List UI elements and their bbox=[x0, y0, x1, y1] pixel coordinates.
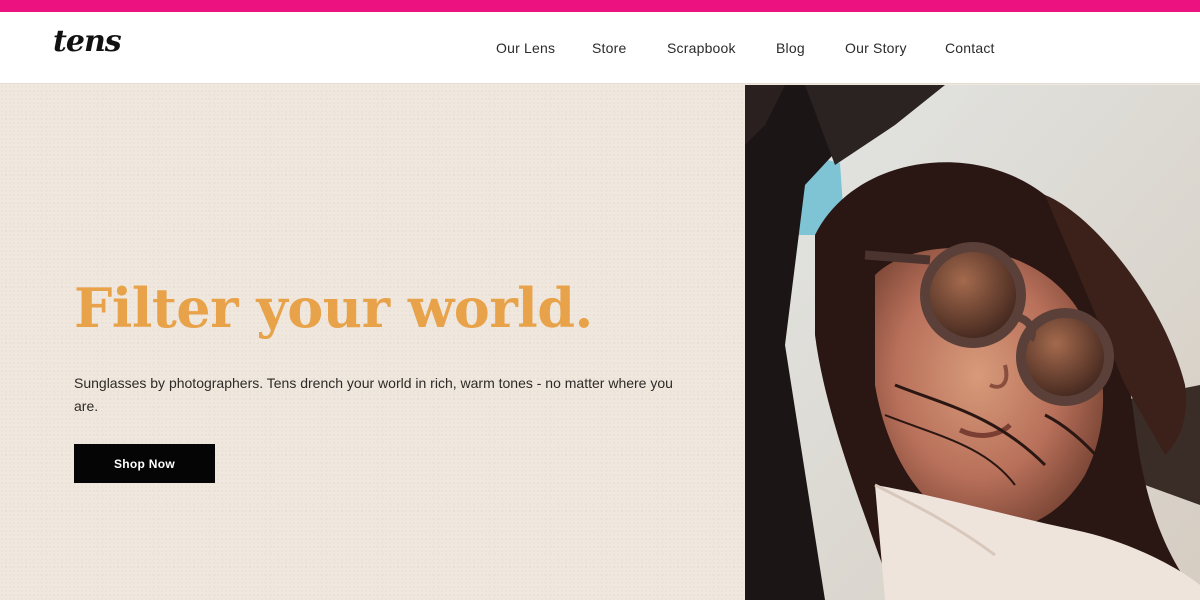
site-header: tens Our Lens Store Scrapbook Blog Our S… bbox=[0, 12, 1200, 84]
hero-subcopy: Sunglasses by photographers. Tens drench… bbox=[74, 375, 673, 414]
hero-text-panel bbox=[0, 85, 745, 600]
shop-now-button[interactable]: Shop Now bbox=[74, 444, 215, 483]
logo[interactable]: tens bbox=[53, 24, 122, 59]
nav-scrapbook[interactable]: Scrapbook bbox=[667, 40, 736, 56]
woman-with-sunglasses-photo bbox=[745, 85, 1200, 600]
nav-our-lens[interactable]: Our Lens bbox=[496, 40, 555, 56]
hero-headline: Filter your world. bbox=[74, 276, 593, 340]
nav-blog[interactable]: Blog bbox=[776, 40, 805, 56]
nav-contact[interactable]: Contact bbox=[945, 40, 995, 56]
nav-our-story[interactable]: Our Story bbox=[845, 40, 907, 56]
nav-store[interactable]: Store bbox=[592, 40, 626, 56]
top-accent-bar bbox=[0, 0, 1200, 12]
hero-photo bbox=[745, 85, 1200, 600]
